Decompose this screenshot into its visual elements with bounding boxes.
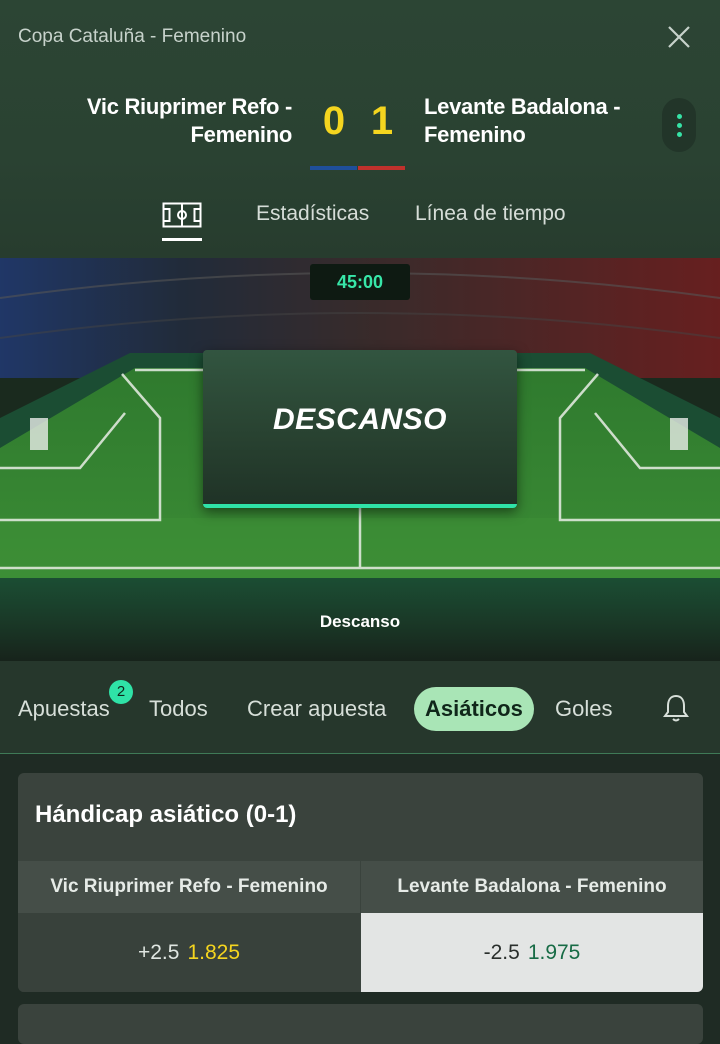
home-team-name: Vic Riuprimer Refo - Femenino (86, 94, 292, 147)
tab-timeline[interactable]: Línea de tiempo (415, 202, 566, 226)
tab-stats[interactable]: Estadísticas (256, 202, 369, 226)
halftime-title: DESCANSO (272, 403, 448, 436)
halftime-card: DESCANSO (203, 350, 517, 508)
close-icon[interactable] (664, 22, 694, 52)
match-clock: 45:00 (310, 264, 410, 300)
filter-crear-apuesta[interactable]: Crear apuesta (247, 696, 386, 722)
away-team-name: Levante Badalona - Femenino (424, 94, 621, 147)
away-team-color-bar (358, 166, 405, 170)
filter-apuestas[interactable]: Apuestas (18, 696, 110, 722)
market-filter-bar: Apuestas 2 Todos Crear apuesta Asiáticos… (0, 661, 720, 754)
apuestas-count-badge: 2 (109, 680, 133, 704)
market-card-asian-handicap: Hándicap asiático (0-1) Vic Riuprimer Re… (18, 773, 703, 992)
odds-button-away[interactable]: -2.5 1.975 (361, 913, 703, 992)
away-column-header: Levante Badalona - Femenino (361, 861, 703, 913)
match-status-caption: Descanso (319, 612, 401, 631)
markets-list: Hándicap asiático (0-1) Vic Riuprimer Re… (0, 754, 720, 1044)
filter-goles[interactable]: Goles (555, 696, 612, 722)
match-header: Copa Cataluña - Femenino Vic Riuprimer R… (0, 0, 720, 258)
match-nav-tabs: Estadísticas Línea de tiempo (0, 196, 720, 242)
handicap-line: -2.5 (483, 941, 520, 964)
pitch-icon (162, 202, 202, 228)
home-team-color-bar (310, 166, 357, 170)
filter-todos[interactable]: Todos (149, 696, 208, 722)
odds-button-home[interactable]: +2.5 1.825 (18, 913, 360, 992)
tab-pitch[interactable] (162, 202, 202, 241)
more-dot (676, 131, 682, 137)
filter-asiaticos[interactable]: Asiáticos (414, 687, 534, 731)
more-vertical-icon (676, 113, 682, 119)
competition-title: Copa Cataluña - Femenino (18, 26, 247, 47)
market-title: Hándicap asiático (0-1) (35, 801, 297, 828)
odds-price: 1.975 (527, 941, 581, 964)
halftime-accent-bar (203, 504, 517, 508)
bell-icon[interactable] (662, 693, 690, 723)
more-dot (676, 122, 682, 128)
home-column-header: Vic Riuprimer Refo - Femenino (18, 861, 360, 913)
handicap-line: +2.5 (137, 941, 180, 964)
odds-price: 1.825 (187, 941, 241, 964)
active-tab-underline (162, 238, 202, 241)
match-visualization: 45:00 DESCANSO Descanso (0, 258, 720, 661)
next-market-card[interactable] (18, 1004, 703, 1044)
more-options-button[interactable] (662, 98, 696, 152)
home-score: 0 (322, 99, 346, 143)
away-score: 1 (370, 99, 394, 143)
